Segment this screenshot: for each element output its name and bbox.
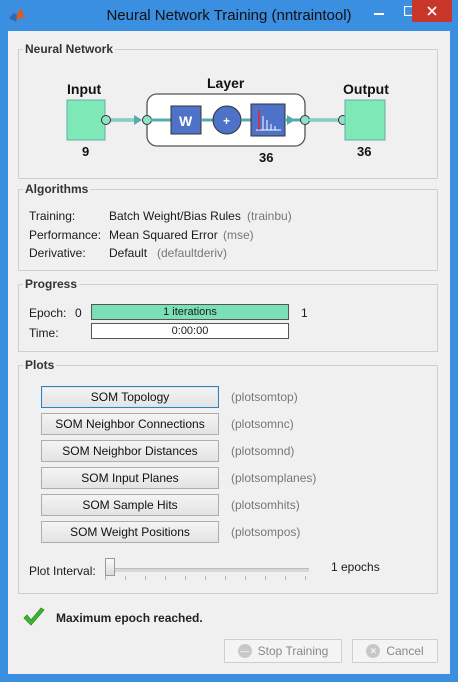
- layer-size: 36: [259, 150, 273, 165]
- stop-training-label: Stop Training: [257, 644, 329, 658]
- plot-som-neighbor-distances-code: (plotsomnd): [231, 444, 295, 458]
- status-message: Maximum epoch reached.: [56, 611, 203, 625]
- plot-interval-slider[interactable]: [105, 558, 309, 580]
- plot-som-neighbor-distances-button[interactable]: SOM Neighbor Distances: [41, 440, 219, 462]
- stop-training-button[interactable]: — Stop Training: [224, 639, 342, 663]
- layer-label: Layer: [207, 75, 245, 91]
- epoch-progress-bar: 1 iterations: [91, 304, 289, 320]
- plot-som-input-planes-button[interactable]: SOM Input Planes: [41, 467, 219, 489]
- stop-icon: —: [237, 644, 252, 658]
- time-label: Time:: [29, 326, 59, 340]
- neural-network-group: Neural Network Input Layer Output W + 9 …: [18, 42, 438, 179]
- input-label: Input: [67, 81, 102, 97]
- algo-performance-code: (mse): [223, 228, 254, 242]
- output-box: [344, 99, 386, 141]
- epoch-progress-text: 1 iterations: [163, 306, 217, 318]
- plots-label: Plots: [23, 358, 57, 372]
- cancel-label: Cancel: [386, 644, 424, 658]
- time-value: 0:00:00: [171, 325, 209, 337]
- client-area: Neural Network Input Layer Output W + 9 …: [8, 31, 450, 674]
- plot-som-input-planes-code: (plotsomplanes): [231, 471, 317, 485]
- algorithms-group: Algorithms Training: Batch Weight/Bias R…: [18, 182, 438, 271]
- algo-training-value: Batch Weight/Bias Rules: [109, 209, 241, 223]
- algo-derivative-code: (defaultderiv): [157, 246, 228, 260]
- plots-group: Plots SOM Topology (plotsomtop) SOM Neig…: [18, 358, 438, 594]
- slider-ticks: [105, 576, 309, 580]
- slider-track: [105, 568, 309, 572]
- algo-training-code: (trainbu): [247, 209, 292, 223]
- close-button[interactable]: [412, 0, 452, 22]
- plot-som-weight-positions-code: (plotsompos): [231, 525, 301, 539]
- algorithms-label: Algorithms: [23, 182, 91, 196]
- plot-som-sample-hits-code: (plotsomhits): [231, 498, 300, 512]
- plot-som-neighbor-connections-code: (plotsomnc): [231, 417, 294, 431]
- plot-som-topology-code: (plotsomtop): [231, 390, 298, 404]
- output-size: 36: [357, 144, 371, 159]
- algo-performance-value: Mean Squared Error: [109, 228, 218, 242]
- algo-training-key: Training:: [29, 209, 76, 223]
- input-size: 9: [82, 144, 89, 159]
- epoch-start: 0: [75, 306, 82, 320]
- close-icon: [427, 6, 437, 16]
- progress-group: Progress Epoch: 0 1 iterations 1 Time: 0…: [18, 277, 438, 352]
- transfer-box: [250, 103, 286, 137]
- epoch-label: Epoch:: [29, 306, 67, 320]
- input-box: [66, 99, 106, 141]
- minimize-button[interactable]: [364, 0, 394, 22]
- time-box: 0:00:00: [91, 323, 289, 339]
- slider-thumb[interactable]: [105, 558, 115, 576]
- network-diagram: Input Layer Output W + 9 36 36: [66, 75, 389, 165]
- progress-label: Progress: [23, 277, 80, 291]
- algo-derivative-value: Default: [109, 246, 148, 260]
- plot-som-sample-hits-button[interactable]: SOM Sample Hits: [41, 494, 219, 516]
- plot-som-neighbor-connections-button[interactable]: SOM Neighbor Connections: [41, 413, 219, 435]
- epoch-end: 1: [301, 306, 308, 320]
- algo-derivative-key: Derivative:: [29, 246, 86, 260]
- title-bar[interactable]: Neural Network Training (nntraintool): [0, 0, 458, 30]
- cancel-icon: ✕: [366, 644, 381, 658]
- plot-interval-label: Plot Interval:: [29, 564, 96, 578]
- weight-symbol: W: [179, 113, 193, 129]
- output-label: Output: [343, 81, 389, 97]
- plot-som-weight-positions-button[interactable]: SOM Weight Positions: [41, 521, 219, 543]
- sum-symbol: +: [223, 114, 230, 128]
- minimize-icon: [374, 13, 384, 15]
- checkmark-icon: [23, 607, 45, 626]
- plot-interval-value: 1 epochs: [331, 560, 380, 574]
- algo-performance-key: Performance:: [29, 228, 102, 242]
- window: Neural Network Training (nntraintool) Ne…: [0, 0, 458, 682]
- cancel-button[interactable]: ✕ Cancel: [352, 639, 438, 663]
- plot-som-topology-button[interactable]: SOM Topology: [41, 386, 219, 408]
